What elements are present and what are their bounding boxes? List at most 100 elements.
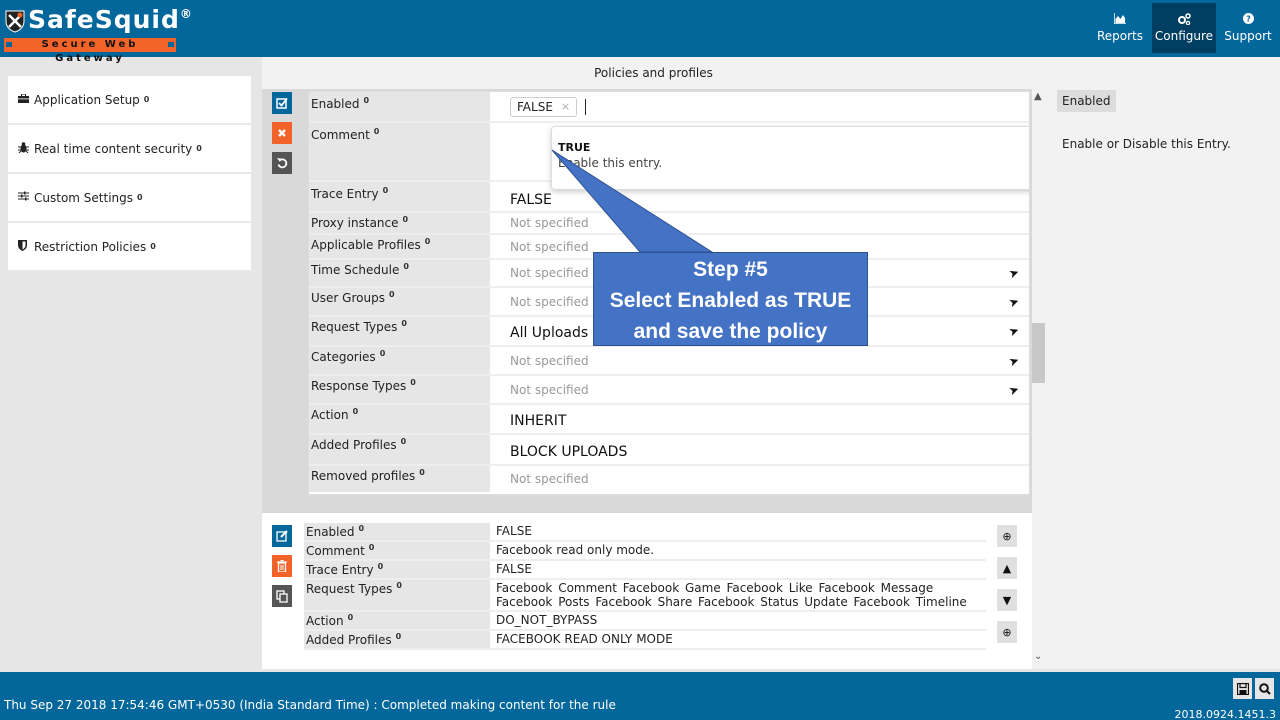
safesquid-logo: SafeSquid® Secure Web Gateway <box>4 4 192 64</box>
move-top-button[interactable]: ⊕ <box>997 525 1017 547</box>
send-icon[interactable]: ➤ <box>1007 323 1021 340</box>
row-value: Facebook Comment Facebook Game Facebook … <box>496 581 967 609</box>
table-row: Added Profiles 0 FACEBOOK READ ONLY MODE <box>304 631 986 650</box>
help-panel: Enabled Enable or Disable this Entry. <box>1045 57 1280 669</box>
editor-form: Enabled 0 FALSE × Comment 0 Trace Entry 0 F… <box>308 91 1030 495</box>
field-label: Comment <box>311 128 370 142</box>
table-row: Enabled 0 FALSE <box>304 523 986 542</box>
field-time-schedule: Time Schedule 0 Not specified ➤ <box>309 260 1029 288</box>
field-proxy-instance: Proxy instance 0 Not specified <box>309 213 1029 235</box>
field-label: Removed profiles <box>311 469 416 483</box>
request-types-select[interactable]: All Uploads ➤ <box>490 317 1029 345</box>
field-label: Enabled <box>311 97 360 111</box>
cancel-button[interactable] <box>272 122 292 144</box>
copy-button[interactable] <box>272 585 292 607</box>
reset-button[interactable] <box>272 152 292 174</box>
nav-reports[interactable]: Reports <box>1088 3 1152 53</box>
field-label: Added Profiles <box>311 438 397 452</box>
field-applicable-profiles: Applicable Profiles 0 Not specified <box>309 235 1029 260</box>
field-response-types: Response Types 0 Not specified ➤ <box>309 376 1029 405</box>
field-categories: Categories 0 Not specified ➤ <box>309 347 1029 376</box>
info-icon: 0 <box>400 437 407 446</box>
scroll-down-icon[interactable]: ⌄ <box>1034 651 1042 662</box>
info-icon: 0 <box>379 349 386 358</box>
save-button[interactable] <box>272 92 292 114</box>
edit-icon <box>276 530 288 542</box>
info-icon: 0 <box>368 543 375 552</box>
enabled-select[interactable]: FALSE × <box>490 92 1029 121</box>
row-value: FACEBOOK READ ONLY MODE <box>496 632 673 646</box>
move-bottom-button[interactable]: ⊕ <box>997 621 1017 643</box>
action-select[interactable]: INHERIT <box>490 405 1029 433</box>
field-label: Request Types <box>311 320 398 334</box>
send-icon[interactable]: ➤ <box>1007 265 1021 282</box>
row-label: Request Types <box>306 582 393 596</box>
table-row: Comment 0 Facebook read only mode. <box>304 542 986 561</box>
user-groups-select[interactable]: Not specified ➤ <box>490 288 1029 315</box>
delete-button[interactable] <box>272 555 292 577</box>
enabled-dropdown-option-true[interactable]: TRUE Enable this entry. <box>551 126 1029 190</box>
response-types-select[interactable]: Not specified ➤ <box>490 376 1029 403</box>
save-config-button[interactable] <box>1233 678 1252 699</box>
info-icon: 0 <box>377 562 384 571</box>
info-icon: 0 <box>196 144 202 153</box>
sidebar-item-label: Restriction Policies <box>34 239 147 254</box>
field-removed-profiles: Removed profiles 0 Not specified <box>309 466 1029 492</box>
nav-configure[interactable]: Configure <box>1152 3 1216 53</box>
area-chart-icon <box>1113 13 1126 29</box>
row-value: Facebook read only mode. <box>496 543 655 557</box>
sidebar-item-custom-settings[interactable]: Custom Settings 0 <box>8 174 251 223</box>
field-label: Proxy instance <box>311 216 399 230</box>
info-icon: 0 <box>373 127 380 136</box>
send-icon[interactable]: ➤ <box>1007 293 1021 310</box>
field-value: Not specified <box>510 353 589 368</box>
row-value: DO_NOT_BYPASS <box>496 613 598 627</box>
sidebar-item-label: Application Setup <box>34 92 140 107</box>
info-icon: 0 <box>403 262 409 271</box>
floppy-disk-icon <box>1236 682 1249 695</box>
briefcase-icon <box>18 93 34 106</box>
sidebar-item-real-time-content-security[interactable]: Real time content security 0 <box>8 125 251 174</box>
scroll-up-icon[interactable]: ▲ <box>1034 91 1042 102</box>
send-icon[interactable]: ➤ <box>1007 381 1021 398</box>
edit-button[interactable] <box>272 525 292 547</box>
dropdown-option-description: Enable this entry. <box>558 156 663 170</box>
categories-select[interactable]: Not specified ➤ <box>490 347 1029 374</box>
trash-icon <box>277 560 287 572</box>
send-icon[interactable]: ➤ <box>1007 352 1021 369</box>
info-icon: 0 <box>419 468 425 477</box>
sidebar-item-restriction-policies[interactable]: Restriction Policies 0 <box>8 223 251 272</box>
row-value: FALSE <box>496 562 532 576</box>
proxy-instance-select[interactable]: Not specified <box>490 213 1029 233</box>
sliders-icon <box>18 191 34 204</box>
row-label: Comment <box>306 544 365 558</box>
row-label: Action <box>306 614 344 628</box>
sidebar-item-label: Custom Settings <box>34 190 134 205</box>
search-button[interactable] <box>1255 678 1274 699</box>
move-up-button[interactable]: ▲ <box>997 557 1017 579</box>
removed-profiles-select[interactable]: Not specified <box>490 466 1029 492</box>
bug-icon <box>18 141 34 156</box>
sidebar-item-application-setup[interactable]: Application Setup 0 <box>8 76 251 125</box>
applicable-profiles-select[interactable]: Not specified <box>490 235 1029 258</box>
nav-support[interactable]: ? Support <box>1216 3 1280 53</box>
help-title: Enabled <box>1057 90 1116 112</box>
move-down-button[interactable]: ▼ <box>997 589 1017 611</box>
field-user-groups: User Groups 0 Not specified ➤ <box>309 288 1029 317</box>
remove-tag-icon[interactable]: × <box>561 100 570 113</box>
scrollbar-thumb[interactable] <box>1032 323 1045 383</box>
nav-reports-label: Reports <box>1096 29 1144 43</box>
help-text: Enable or Disable this Entry. <box>1062 137 1231 151</box>
added-profiles-select[interactable]: BLOCK UPLOADS <box>490 435 1029 464</box>
info-icon: 0 <box>352 407 359 416</box>
time-schedule-select[interactable]: Not specified ➤ <box>490 260 1029 286</box>
status-message: Thu Sep 27 2018 17:54:46 GMT+0530 (India… <box>4 698 616 712</box>
field-label: Categories <box>311 350 376 364</box>
policy-editor: Enabled 0 FALSE × Comment 0 Trace Entry 0 F… <box>262 89 1032 513</box>
field-label: Response Types <box>311 379 407 393</box>
field-label: Time Schedule <box>311 263 400 277</box>
cogs-icon <box>1177 13 1191 29</box>
editor-scrollbar[interactable]: ▲ <box>1032 89 1045 513</box>
info-icon: 0 <box>396 581 402 590</box>
question-circle-icon: ? <box>1242 13 1254 29</box>
